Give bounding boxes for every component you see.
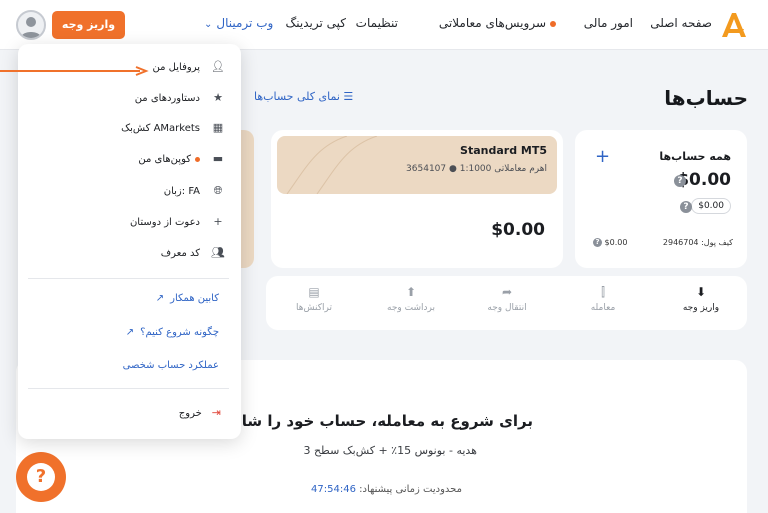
add-user-icon: + — [213, 215, 223, 228]
action-transfer-label: انتقال وجه — [487, 303, 527, 313]
download-icon: ⬇ — [695, 285, 707, 299]
balance-pill: $0.00 — [691, 198, 731, 214]
action-withdraw[interactable]: ⬆ برداشت وجه — [371, 285, 451, 313]
nav-home[interactable]: صفحه اصلی — [650, 16, 712, 30]
nav-trading-services-label: سرویس‌های معاملاتی — [438, 16, 546, 30]
overview-label: نمای کلی حساب‌ها — [254, 90, 340, 103]
menu-divider — [28, 278, 229, 279]
action-transfer[interactable]: ➦ انتقال وجه — [467, 285, 547, 313]
menu-item-label: کد معرف — [160, 248, 200, 259]
link-partner-cabinet[interactable]: ↗ کابین همکار — [156, 293, 219, 304]
gift-icon: ▦ — [212, 121, 224, 134]
logout-icon: ⇥ — [211, 406, 221, 419]
globe-icon: 🌐︎ — [213, 184, 223, 197]
notification-dot — [550, 20, 556, 27]
action-transactions-label: تراکنش‌ها — [296, 303, 332, 313]
promo-timer-value: 47:54:46 — [311, 484, 356, 495]
mt5-account-card[interactable]: Standard MT5 3654107 ● اهرم معاملاتی 1:1… — [271, 130, 563, 268]
nav-copy-trading-label: کپی تریدینگ — [285, 16, 346, 30]
web-terminal-menu[interactable]: ⌄ وب ترمینال — [204, 16, 273, 30]
help-icon[interactable]: ? — [674, 175, 686, 187]
nav-finance[interactable]: امور مالی — [584, 16, 633, 30]
page-title: حساب‌ها — [664, 86, 748, 110]
actions-bar: ⬇ واریز وجه ⫿ معامله ➦ انتقال وجه ⬆ برداشت و… — [266, 276, 747, 330]
nav-settings[interactable]: تنظیمات — [356, 16, 398, 30]
amarkets-logo[interactable] — [718, 9, 750, 41]
promo-subtitle: هدیه - بونوس 15٪ + کش‌بک سطح 3 — [303, 444, 477, 457]
mt5-subtitle: 3654107 ● اهرم معاملاتی 1:1000 — [406, 164, 547, 174]
menu-divider — [28, 388, 229, 389]
link-label: کابین همکار — [170, 293, 219, 304]
help-icon[interactable]: ? — [680, 201, 692, 213]
pointer-arrow — [0, 66, 149, 76]
action-trade[interactable]: ⫿ معامله — [563, 285, 643, 313]
nav-trading-services[interactable]: سرویس‌های معاملاتی — [439, 16, 556, 30]
nav-copy-trading[interactable]: کپی تریدینگ — [286, 16, 346, 30]
add-account-icon[interactable]: + — [595, 146, 610, 167]
logout-button[interactable]: خروج ⇥ — [179, 406, 221, 419]
mt5-title: Standard MT5 — [460, 144, 547, 157]
chevron-down-icon: ⌄ — [204, 19, 213, 30]
receipt-icon: ▤ — [308, 285, 320, 299]
link-label: عملکرد حساب شخصی — [122, 360, 219, 371]
link-label: چگونه شروع کنیم؟ — [140, 327, 219, 338]
menu-item-label: زبان: FA — [163, 186, 200, 197]
menu-item-label: پروفایل من — [152, 62, 200, 73]
menu-item-label: کش‌بک AMarkets — [121, 123, 200, 134]
menu-item-label: دستاوردهای من — [134, 93, 200, 104]
star-icon: ★ — [213, 91, 223, 104]
deposit-button[interactable]: واریز وجه — [52, 11, 125, 39]
link-how-to-start[interactable]: ↗ چگونه شروع کنیم؟ — [126, 327, 219, 338]
promo-title: برای شروع به معامله، حساب خود را شارژ کن… — [189, 412, 533, 430]
external-link-icon: ↗ — [155, 293, 165, 304]
notification-dot — [195, 156, 200, 162]
action-withdraw-label: برداشت وجه — [387, 303, 435, 313]
upload-icon: ⬆ — [405, 285, 417, 299]
menu-item-invite-friends[interactable]: + دعوت از دوستان — [35, 213, 225, 235]
promo-timer-label: محدودیت زمانی پیشنهاد: — [359, 484, 462, 495]
menu-item-language[interactable]: 🌐︎ زبان: FA — [35, 182, 225, 204]
wallet-id: کیف پول: 2946704 — [662, 238, 733, 247]
list-icon: ☰ — [343, 90, 354, 103]
external-link-icon: ↗ — [125, 327, 135, 338]
mt5-balance: $0.00 — [491, 220, 545, 240]
mt5-card-header: Standard MT5 3654107 ● اهرم معاملاتی 1:1… — [277, 136, 557, 194]
help-icon[interactable]: ? — [593, 238, 602, 247]
users-icon: 👥︎ — [211, 246, 225, 259]
transfer-icon: ➦ — [501, 285, 513, 299]
question-icon: ? — [27, 463, 55, 491]
ticket-icon: ▬ — [212, 152, 224, 165]
action-trade-label: معامله — [590, 303, 616, 313]
promo-timer: محدودیت زمانی پیشنهاد: 47:54:46 — [311, 484, 462, 495]
avatar[interactable] — [16, 10, 46, 40]
accounts-overview-link[interactable]: نمای کلی حساب‌ها ☰ — [254, 90, 353, 103]
action-deposit-label: واریز وجه — [682, 303, 720, 313]
wallet-balance-value: $0.00 — [604, 238, 628, 247]
menu-item-label-wrap: کوپن‌های من — [138, 154, 200, 165]
wallet-balance: ? $0.00 — [593, 238, 627, 247]
all-accounts-card: همه حساب‌ها + $0.00 ? $0.00 ? کیف پول: 2… — [575, 130, 747, 268]
profile-dropdown: 👤︎ پروفایل من ★ دستاوردهای من ▦ کش‌بک AMark… — [18, 44, 241, 439]
menu-item-label: دعوت از دوستان — [129, 217, 200, 228]
logout-label: خروج — [178, 408, 202, 419]
nav-finance-label: امور مالی — [583, 16, 633, 30]
user-avatar-icon — [21, 17, 41, 38]
nav-settings-label: تنظیمات — [355, 16, 398, 30]
all-accounts-title: همه حساب‌ها — [659, 150, 731, 163]
nav-home-label: صفحه اصلی — [650, 16, 712, 30]
web-terminal-label: وب ترمینال — [216, 16, 274, 30]
menu-item-coupons[interactable]: ▬ کوپن‌های من — [35, 150, 225, 172]
menu-item-achievements[interactable]: ★ دستاوردهای من — [35, 89, 225, 111]
menu-item-referral-code[interactable]: 👥︎ کد معرف — [35, 244, 225, 266]
action-transactions[interactable]: ▤ تراکنش‌ها — [274, 285, 354, 313]
link-personal-performance[interactable]: عملکرد حساب شخصی — [123, 360, 219, 371]
action-deposit[interactable]: ⬇ واریز وجه — [661, 285, 741, 313]
menu-item-cashback[interactable]: ▦ کش‌بک AMarkets — [35, 119, 225, 141]
help-button[interactable]: ? — [16, 452, 66, 502]
top-bar: صفحه اصلی امور مالی سرویس‌های معاملاتی ت… — [0, 0, 768, 50]
menu-item-label: کوپن‌های من — [138, 154, 191, 165]
trade-icon: ⫿ — [601, 285, 605, 299]
user-icon: 👤︎ — [211, 60, 225, 73]
